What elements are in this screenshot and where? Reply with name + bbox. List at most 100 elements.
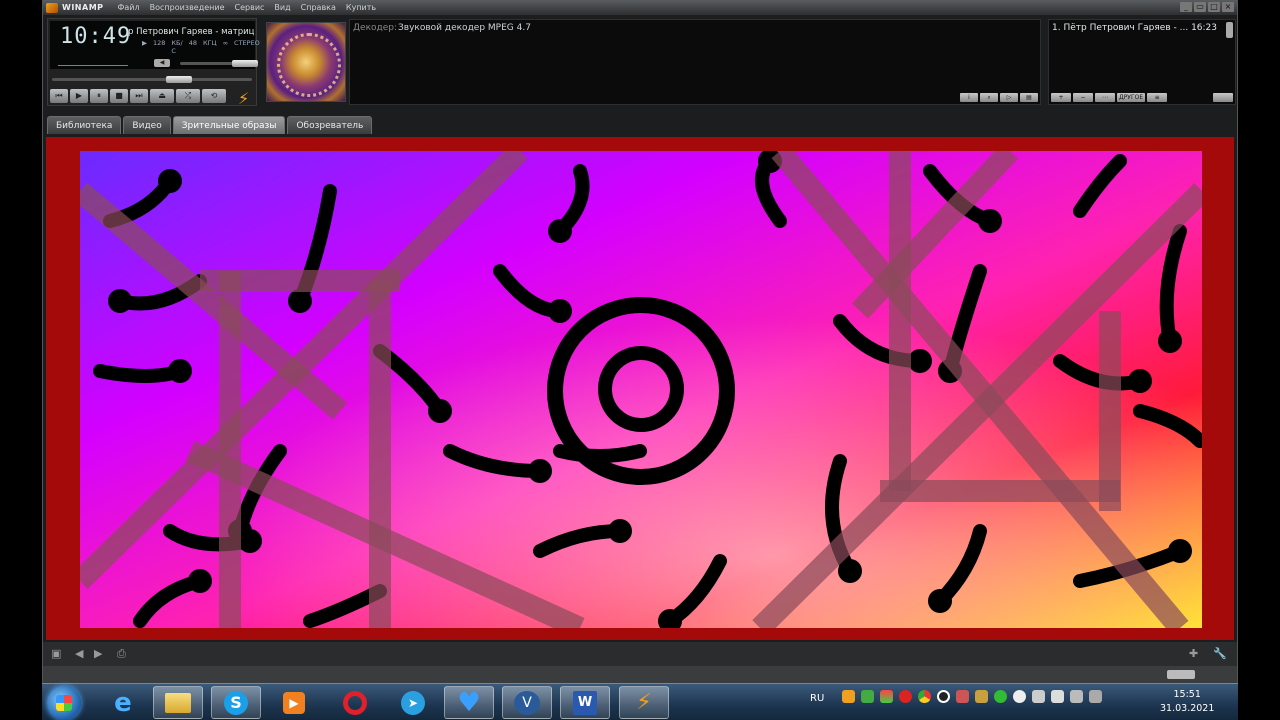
search-button[interactable]: ⌕ <box>980 93 998 102</box>
album-art[interactable] <box>266 22 346 102</box>
tray-refresh-icon[interactable] <box>861 690 874 703</box>
menu-view[interactable]: Вид <box>274 3 290 12</box>
playlist-misc-button[interactable]: ДРУГОЕ <box>1117 93 1146 102</box>
elapsed-time[interactable]: 10:49 <box>60 24 131 49</box>
tab-video[interactable]: Видео <box>123 116 171 134</box>
shade-button[interactable]: ▭ <box>1194 2 1206 12</box>
system-tray <box>842 690 1102 703</box>
app-name: WINAMP <box>62 3 104 12</box>
tab-visualization[interactable]: Зрительные образы <box>172 116 286 134</box>
menu-buy[interactable]: Купить <box>346 3 376 12</box>
status-bar <box>43 666 1237 683</box>
khz-unit: КГЦ <box>202 39 217 47</box>
back-arrow-icon[interactable]: ◀ <box>75 647 83 660</box>
media-player-icon[interactable]: ▶ <box>269 686 319 719</box>
tray-network-icon[interactable] <box>1070 690 1083 703</box>
repeat-button[interactable]: ⟲ <box>202 89 226 103</box>
playlist-options-button[interactable] <box>1213 93 1233 102</box>
tray-power-icon[interactable] <box>1089 690 1102 703</box>
volume-slider[interactable] <box>180 60 258 67</box>
opera-icon[interactable] <box>330 686 380 719</box>
pause-button[interactable]: ⏸ <box>90 89 108 103</box>
taskbar-clock[interactable]: 15:51 31.03.2021 <box>1160 688 1214 716</box>
collapse-handle[interactable] <box>1167 670 1195 679</box>
options-button[interactable]: ▤ <box>1020 93 1038 102</box>
playlist-panel: 1. Пётр Петрович Гаряев - ... 16:23 + − … <box>1048 19 1236 105</box>
tray-box-icon[interactable] <box>975 690 988 703</box>
fullscreen-icon[interactable]: ▣ <box>51 647 61 660</box>
ie-icon[interactable]: e <box>98 686 148 719</box>
tray-volume-icon[interactable] <box>1032 690 1045 703</box>
info-button[interactable]: i <box>960 93 978 102</box>
playlist-add-button[interactable]: + <box>1051 93 1071 102</box>
menu-help[interactable]: Справка <box>301 3 336 12</box>
visualization-canvas[interactable] <box>80 151 1202 628</box>
tray-opera-icon[interactable] <box>899 690 912 703</box>
menu-file[interactable]: Файл <box>118 3 140 12</box>
previous-button[interactable]: ⏮ <box>50 89 68 103</box>
tray-chrome-icon[interactable] <box>918 690 931 703</box>
desktop: WINAMP Файл Воспроизведение Сервис Вид С… <box>0 0 1280 720</box>
start-button[interactable] <box>47 686 81 720</box>
playlist-item[interactable]: 1. Пётр Петрович Гаряев - ... <box>1052 23 1188 33</box>
next-button[interactable]: ⏭ <box>130 89 148 103</box>
tab-bar: Библиотека Видео Зрительные образы Обозр… <box>47 116 373 134</box>
tray-colors-icon[interactable] <box>880 690 893 703</box>
play-button[interactable]: ▶ <box>70 89 88 103</box>
tab-library[interactable]: Библиотека <box>47 116 122 134</box>
winamp-window: WINAMP Файл Воспроизведение Сервис Вид С… <box>42 0 1238 683</box>
heart-icon[interactable]: ♥ <box>444 686 494 719</box>
oscilloscope[interactable] <box>58 54 128 66</box>
tray-bug-icon[interactable] <box>956 690 969 703</box>
maximize-button[interactable]: □ <box>1208 2 1220 12</box>
eye-icon[interactable]: V <box>502 686 552 719</box>
winamp-icon[interactable]: ⚡ <box>619 686 669 719</box>
forward-button[interactable]: ▷ <box>1000 93 1018 102</box>
tab-browser[interactable]: Обозреватель <box>287 116 373 134</box>
winamp-logo-icon <box>46 2 58 13</box>
decoder-value: Звуковой декодер MPEG 4.7 <box>398 23 531 33</box>
language-indicator[interactable]: RU <box>810 693 824 704</box>
visualization-image <box>80 151 1202 628</box>
explorer-icon[interactable] <box>153 686 203 719</box>
title-bar[interactable]: WINAMP Файл Воспроизведение Сервис Вид С… <box>43 0 1237 15</box>
info-panel: Декодер: Звуковой декодер MPEG 4.7 i ⌕ ▷… <box>349 19 1041 105</box>
kbps-value: 128 <box>153 39 166 47</box>
playlist-item-duration: 16:23 <box>1191 23 1217 33</box>
stereo-icon: ∞ <box>222 39 229 47</box>
visualization-frame <box>46 137 1234 640</box>
close-button[interactable]: × <box>1222 2 1234 12</box>
player-panel: 10:49 р Петрович Гаряев - матриц ▶ 128 К… <box>47 18 260 108</box>
tray-speed-icon[interactable] <box>1013 690 1026 703</box>
settings-wrench-icon[interactable]: 🔧 <box>1213 647 1227 660</box>
playlist-select-button[interactable]: ⋯ <box>1095 93 1115 102</box>
shuffle-button[interactable]: ⤮ <box>176 89 200 103</box>
volume-knob[interactable] <box>232 60 258 67</box>
seek-bar[interactable] <box>52 76 252 83</box>
telegram-icon[interactable]: ➤ <box>388 686 438 719</box>
playlist-scrollbar[interactable] <box>1226 22 1233 38</box>
forward-arrow-icon[interactable]: ▶ <box>94 647 102 660</box>
tray-flag-icon[interactable] <box>1051 690 1064 703</box>
bitrate-info: ▶ 128 КБ/С 48 КГЦ ∞ СТЕРЕО <box>142 39 260 55</box>
seek-knob[interactable] <box>166 76 192 83</box>
word-icon[interactable]: W <box>560 686 610 719</box>
tray-winamp-icon[interactable] <box>842 690 855 703</box>
playlist-remove-button[interactable]: − <box>1073 93 1093 102</box>
lightning-icon[interactable]: ⚡ <box>238 89 249 108</box>
playlist-list-button[interactable]: ≡ <box>1147 93 1168 102</box>
minimize-button[interactable]: _ <box>1180 2 1192 12</box>
volume-icon: ◀ <box>154 59 170 67</box>
stop-button[interactable]: ■ <box>110 89 128 103</box>
taskbar: e S ▶ ➤ ♥ V W ⚡ RU 15:51 31.03.2021 <box>42 683 1238 720</box>
khz-value: 48 <box>188 39 197 47</box>
eject-button[interactable]: ⏏ <box>150 89 174 103</box>
menu-playback[interactable]: Воспроизведение <box>150 3 225 12</box>
menu-tools[interactable]: Сервис <box>235 3 265 12</box>
skype-icon[interactable]: S <box>211 686 261 719</box>
plugin-icon[interactable]: ✚ <box>1189 647 1198 660</box>
camera-icon[interactable]: ⎙ <box>117 647 126 661</box>
tray-record-icon[interactable] <box>937 690 950 703</box>
tray-check-icon[interactable] <box>994 690 1007 703</box>
stereo-label: СТЕРЕО <box>234 39 260 47</box>
